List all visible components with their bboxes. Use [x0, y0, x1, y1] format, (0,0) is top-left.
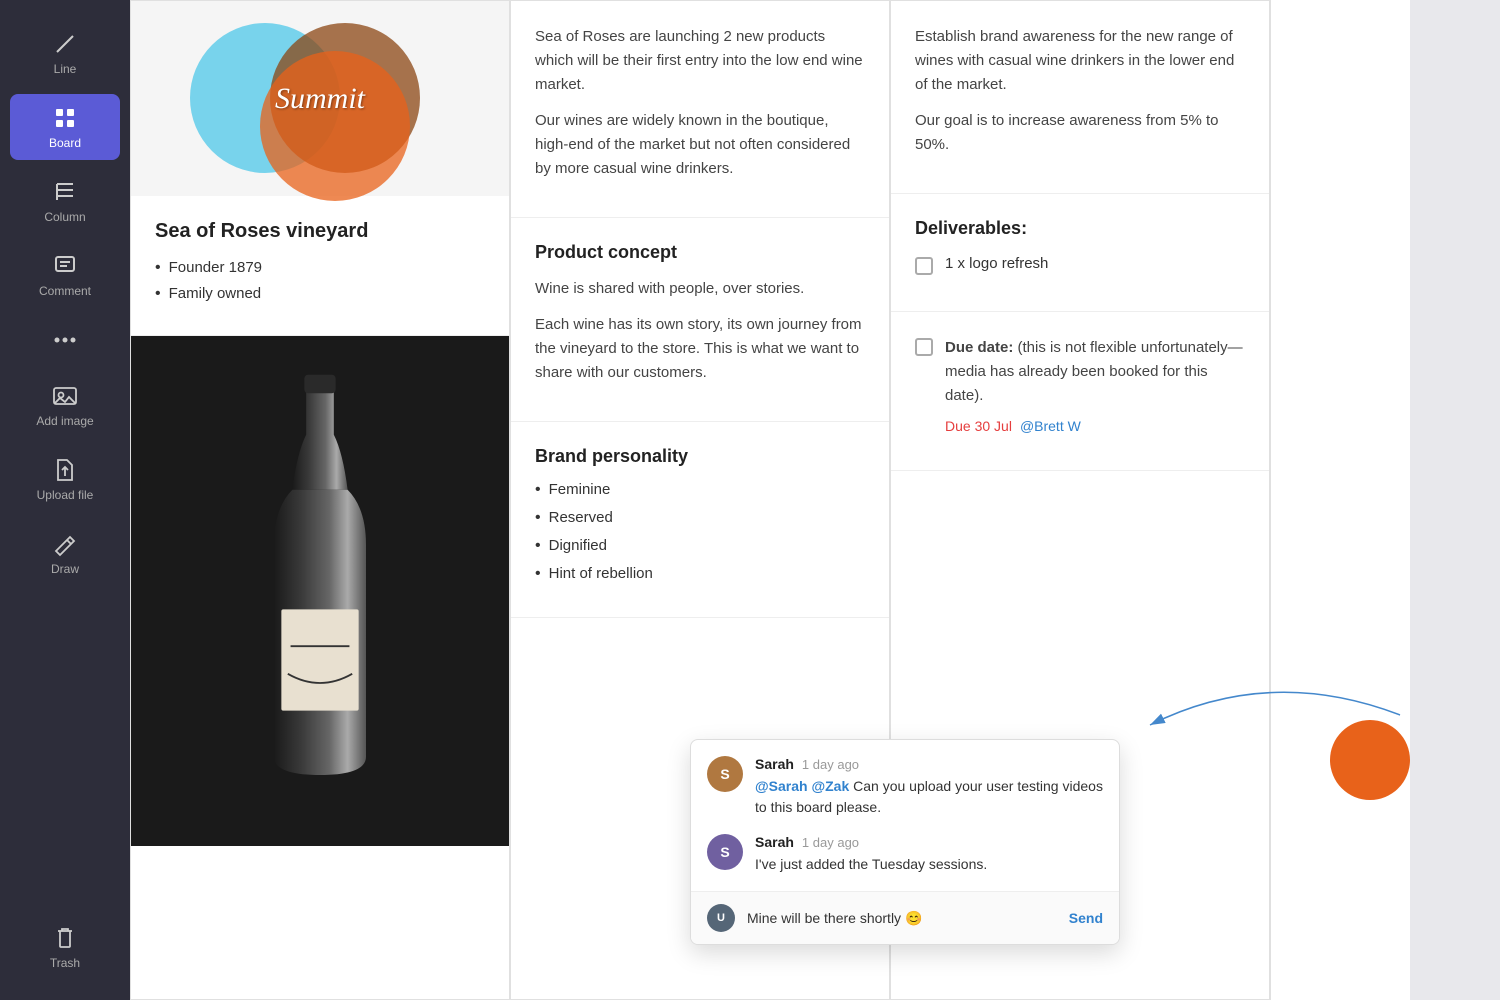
- sidebar-item-trash[interactable]: Trash: [10, 914, 120, 980]
- comment-item-1: S Sarah 1 day ago @Sarah @Zak Can you up…: [707, 756, 1103, 818]
- comment-item-2: S Sarah 1 day ago I've just added the Tu…: [707, 834, 1103, 875]
- main-canvas: Summit Sea of Roses vineyard Founder 187…: [130, 0, 1500, 1000]
- list-item-hint-of-rebellion: Hint of rebellion: [535, 565, 865, 583]
- trash-icon: [51, 924, 79, 952]
- comment-text-2: I've just added the Tuesday sessions.: [755, 854, 987, 875]
- venn-circle-orange: [260, 51, 410, 201]
- comment-input[interactable]: [747, 910, 1057, 926]
- venn-container: Summit: [160, 11, 480, 186]
- product-concept-text1: Wine is shared with people, over stories…: [535, 277, 865, 301]
- sidebar-item-more[interactable]: [10, 316, 120, 364]
- card-partial: [1270, 0, 1410, 1000]
- comment-header-1: Sarah 1 day ago: [755, 756, 1103, 772]
- sidebar-item-label-add-image: Add image: [36, 414, 93, 428]
- sidebar-item-upload-file[interactable]: Upload file: [10, 446, 120, 512]
- market-text-1: Sea of Roses are launching 2 new product…: [535, 25, 865, 97]
- market-context-section: Sea of Roses are launching 2 new product…: [511, 1, 889, 218]
- upload-file-icon: [51, 456, 79, 484]
- avatar-current-user: U: [707, 904, 735, 932]
- list-item: Feminine: [535, 481, 865, 499]
- vineyard-title: Sea of Roses vineyard: [155, 220, 485, 243]
- wine-bottle-card: [131, 336, 509, 846]
- sidebar-item-label-column: Column: [44, 210, 85, 224]
- product-concept-text2: Each wine has its own story, its own jou…: [535, 313, 865, 385]
- sidebar: Line Board Column: [0, 0, 130, 1000]
- comment-list: S Sarah 1 day ago @Sarah @Zak Can you up…: [691, 740, 1119, 891]
- brand-personality-section: Brand personality Feminine Reserved Dign…: [511, 422, 889, 618]
- checkbox-logo-refresh[interactable]: [915, 257, 933, 275]
- orange-blob: [1330, 720, 1410, 800]
- add-image-icon: [51, 382, 79, 410]
- avatar-sarah-2: S: [707, 834, 743, 870]
- sidebar-item-comment[interactable]: Comment: [10, 242, 120, 308]
- due-date-section: Due date: (this is not flexible unfortun…: [891, 312, 1269, 471]
- send-button[interactable]: Send: [1069, 910, 1103, 926]
- column-icon: [51, 178, 79, 206]
- comment-popup: S Sarah 1 day ago @Sarah @Zak Can you up…: [690, 739, 1120, 945]
- market-text-2: Our wines are widely known in the boutiq…: [535, 109, 865, 181]
- canvas-area[interactable]: Summit Sea of Roses vineyard Founder 187…: [130, 0, 1500, 1000]
- sidebar-item-label-board: Board: [49, 136, 81, 150]
- brand-awareness-section: Establish brand awareness for the new ra…: [891, 1, 1269, 194]
- product-concept-title: Product concept: [535, 242, 865, 263]
- venn-title: Summit: [275, 82, 365, 116]
- due-date-item: Due date: (this is not flexible unfortun…: [915, 336, 1245, 434]
- vineyard-section: Sea of Roses vineyard Founder 1879 Famil…: [131, 196, 509, 336]
- comment-header-2: Sarah 1 day ago: [755, 834, 987, 850]
- sidebar-item-line[interactable]: Line: [10, 20, 120, 86]
- avatar-sarah-1: S: [707, 756, 743, 792]
- sidebar-item-board[interactable]: Board: [10, 94, 120, 160]
- checkbox-due-date[interactable]: [915, 338, 933, 356]
- due-date-label: Due date:: [945, 339, 1013, 356]
- list-item: Founder 1879: [155, 259, 485, 277]
- comment-input-row: U Send: [691, 891, 1119, 944]
- mention-sarah: @Sarah: [755, 778, 811, 794]
- mention-zak: @Zak: [811, 778, 853, 794]
- list-item: Reserved: [535, 509, 865, 527]
- deliverable-item-1: 1 x logo refresh: [915, 255, 1245, 275]
- due-date-content: Due date: (this is not flexible unfortun…: [945, 336, 1245, 434]
- sidebar-item-label-line: Line: [54, 62, 77, 76]
- brand-awareness-text1: Establish brand awareness for the new ra…: [915, 25, 1245, 97]
- deliverables-section: Deliverables: 1 x logo refresh: [891, 194, 1269, 312]
- sidebar-item-label-trash: Trash: [50, 956, 80, 970]
- draw-icon: [51, 530, 79, 558]
- comment-content-2: Sarah 1 day ago I've just added the Tues…: [755, 834, 987, 875]
- brand-traits-list: Feminine Reserved Dignified Hint of rebe…: [535, 481, 865, 583]
- comment-text-1: @Sarah @Zak Can you upload your user tes…: [755, 776, 1103, 818]
- wine-bottle-svg: [220, 361, 420, 821]
- deliverable-label-1: 1 x logo refresh: [945, 255, 1048, 272]
- list-item: Dignified: [535, 537, 865, 555]
- sidebar-item-label-comment: Comment: [39, 284, 91, 298]
- sidebar-item-label-upload-file: Upload file: [37, 488, 94, 502]
- comment-content-1: Sarah 1 day ago @Sarah @Zak Can you uplo…: [755, 756, 1103, 818]
- due-date-tags: Due 30 Jul @Brett W: [945, 418, 1245, 434]
- comment-time-2: 1 day ago: [802, 835, 859, 850]
- comment-author-1: Sarah: [755, 756, 794, 772]
- brand-personality-title: Brand personality: [535, 446, 865, 467]
- venn-diagram: Summit: [131, 1, 509, 196]
- comment-author-2: Sarah: [755, 834, 794, 850]
- sidebar-item-add-image[interactable]: Add image: [10, 372, 120, 438]
- person-tag[interactable]: @Brett W: [1020, 418, 1081, 434]
- more-icon: [51, 326, 79, 354]
- due-date-tag[interactable]: Due 30 Jul: [945, 418, 1012, 434]
- deliverables-title: Deliverables:: [915, 218, 1245, 239]
- sidebar-item-draw[interactable]: Draw: [10, 520, 120, 586]
- sidebar-item-label-draw: Draw: [51, 562, 79, 576]
- line-icon: [51, 30, 79, 58]
- comment-time-1: 1 day ago: [802, 757, 859, 772]
- card-vineyard: Summit Sea of Roses vineyard Founder 187…: [130, 0, 510, 1000]
- list-item: Family owned: [155, 285, 485, 303]
- board-icon: [51, 104, 79, 132]
- comment-icon: [51, 252, 79, 280]
- sidebar-item-column[interactable]: Column: [10, 168, 120, 234]
- vineyard-list: Founder 1879 Family owned: [155, 259, 485, 303]
- brand-awareness-text2: Our goal is to increase awareness from 5…: [915, 109, 1245, 157]
- product-concept-section: Product concept Wine is shared with peop…: [511, 218, 889, 422]
